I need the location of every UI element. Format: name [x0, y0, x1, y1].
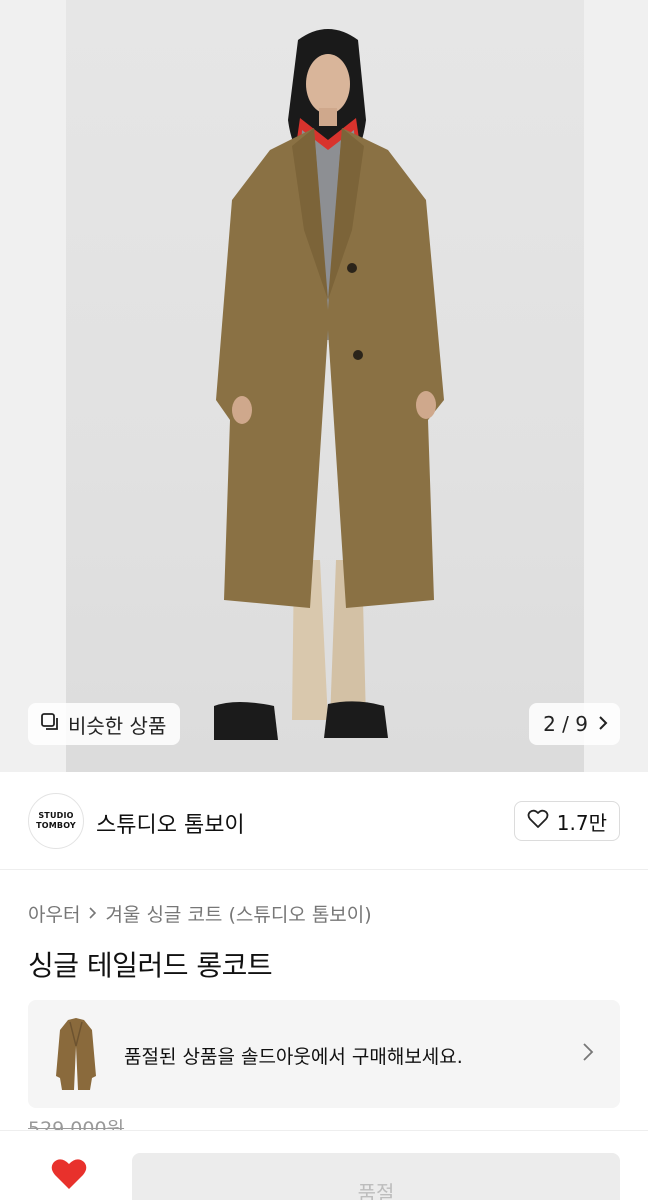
- wishlist-button[interactable]: [50, 1157, 88, 1195]
- brand-logo[interactable]: STUDIO TOMBOY: [28, 793, 84, 849]
- coat-thumbnail: [56, 1016, 96, 1096]
- model-in-coat-illustration: [214, 29, 444, 740]
- breadcrumb-level2[interactable]: 겨울 싱글 코트 (스튜디오 톰보이): [105, 900, 371, 927]
- similar-products-button[interactable]: 비슷한 상품: [28, 703, 181, 745]
- product-image-carousel[interactable]: 비슷한 상품 2 / 9: [0, 0, 648, 772]
- chevron-right-icon: [582, 1042, 594, 1066]
- breadcrumb: 아우터 겨울 싱글 코트 (스튜디오 톰보이): [28, 900, 372, 927]
- heart-filled-icon: [50, 1159, 88, 1195]
- image-page-indicator[interactable]: 2 / 9: [529, 703, 620, 745]
- heart-outline-icon: [527, 809, 549, 834]
- brand-name[interactable]: 스튜디오 톰보이: [96, 807, 245, 839]
- chevron-right-icon: [598, 712, 608, 736]
- copy-icon: [40, 712, 60, 737]
- soldout-banner-text: 품절된 상품을 솔드아웃에서 구매해보세요.: [124, 1046, 463, 1068]
- similar-products-label: 비슷한 상품: [68, 713, 167, 738]
- chevron-right-icon: [88, 903, 97, 925]
- brand-row: STUDIO TOMBOY 스튜디오 톰보이 1.7만: [0, 772, 648, 870]
- soldout-banner[interactable]: 품절된 상품을 솔드아웃에서 구매해보세요.: [28, 1000, 620, 1108]
- brand-logo-line1: STUDIO: [38, 811, 74, 820]
- page-indicator-text: 2 / 9: [543, 712, 588, 736]
- bottom-action-bar: 품절: [0, 1130, 648, 1200]
- like-count: 1.7만: [556, 810, 607, 835]
- brand-logo-line2: TOMBOY: [36, 821, 76, 830]
- brand-like-button[interactable]: 1.7만: [513, 801, 620, 841]
- product-title: 싱글 테일러드 롱코트: [28, 949, 273, 982]
- soldout-button[interactable]: 품절: [132, 1153, 620, 1200]
- breadcrumb-level1[interactable]: 아우터: [28, 900, 80, 927]
